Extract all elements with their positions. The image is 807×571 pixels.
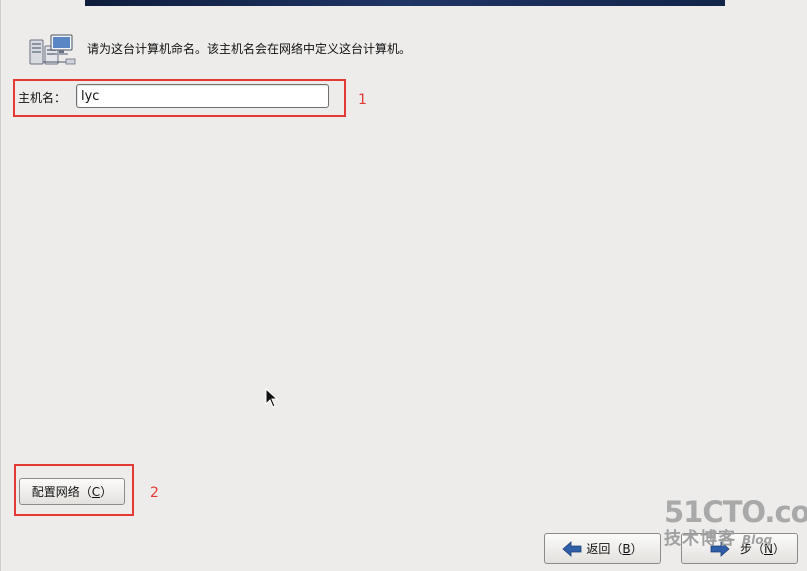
back-label: 返回（: [586, 542, 623, 556]
annotation-marker-1: 1: [358, 92, 367, 108]
configure-network-mnemonic: C: [91, 485, 101, 499]
intro-text: 请为这台计算机命名。该主机名会在网络中定义这台计算机。: [87, 42, 412, 56]
hostname-label: 主机名：: [18, 91, 67, 105]
hostname-input[interactable]: [76, 84, 329, 108]
watermark-main: 51CTO.com: [664, 495, 807, 529]
back-button[interactable]: 返回（B）: [544, 533, 661, 564]
configure-network-label: 配置网络（: [31, 485, 92, 499]
configure-network-button[interactable]: 配置网络（C）: [19, 478, 125, 505]
arrow-left-icon: [562, 540, 582, 557]
annotation-marker-2: 2: [150, 485, 159, 501]
next-label: 步（: [739, 542, 764, 556]
back-suffix: ）: [630, 542, 643, 556]
back-mnemonic: B: [622, 542, 631, 556]
next-button[interactable]: 步（N）: [681, 533, 798, 564]
configure-network-suffix: ）: [100, 485, 113, 499]
window-left-edge: [0, 0, 1, 571]
arrow-right-icon: [710, 540, 730, 557]
next-mnemonic: N: [764, 542, 773, 556]
next-suffix: ）: [772, 542, 785, 556]
mouse-cursor-icon: [265, 388, 279, 408]
network-computers-icon: [29, 34, 76, 65]
top-banner: [85, 0, 725, 6]
